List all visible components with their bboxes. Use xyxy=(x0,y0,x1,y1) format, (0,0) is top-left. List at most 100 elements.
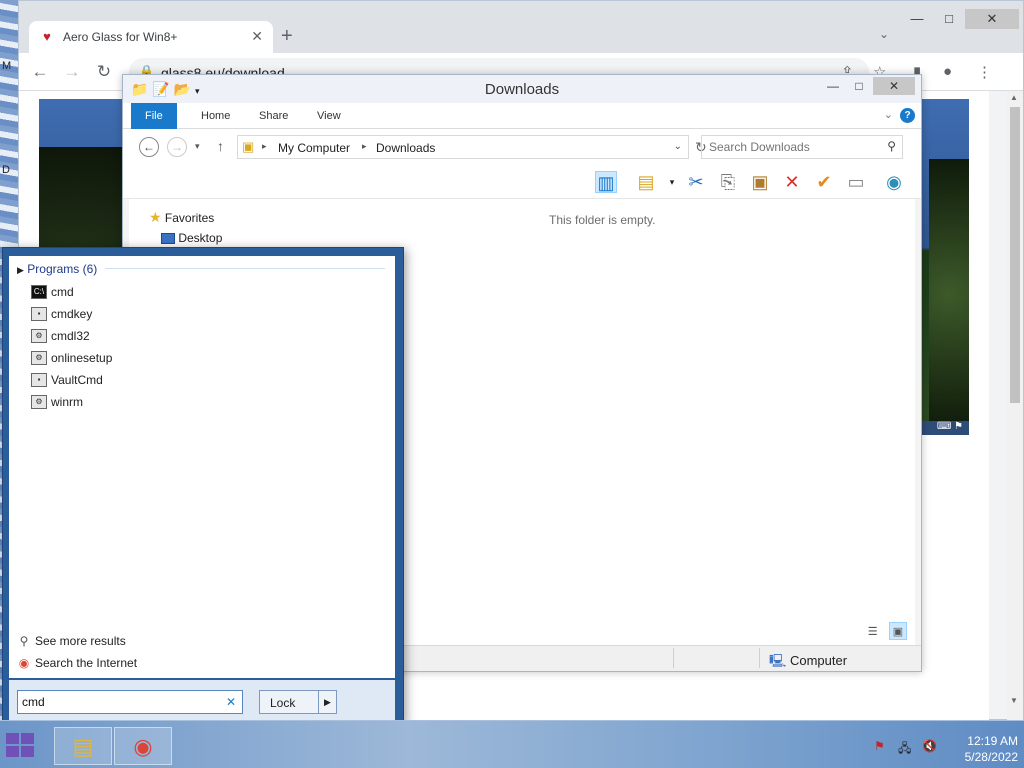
start-menu-bottom: ✕ Lock ▶ xyxy=(9,680,395,722)
details-view-icon[interactable]: ☰ xyxy=(864,623,882,641)
desktop-icon xyxy=(161,233,175,244)
chrome-close-button[interactable]: ✕ xyxy=(965,9,1019,29)
nav-favorites[interactable]: ★ Favorites xyxy=(149,209,214,226)
tab-view[interactable]: View xyxy=(303,103,355,129)
search-internet-link[interactable]: ◉ Search the Internet xyxy=(17,656,137,676)
windows-logo-icon xyxy=(6,746,19,757)
status-location: 🖳 Computer xyxy=(769,652,847,674)
clock-date: 5/28/2022 xyxy=(964,750,1018,764)
result-label: cmdkey xyxy=(51,307,93,321)
address-bar[interactable]: ▣ ▸ My Computer ▸ Downloads ⌄ xyxy=(237,135,689,159)
chrome-scrollbar[interactable]: ▲ ▼ xyxy=(1007,91,1023,721)
back-icon[interactable]: ← xyxy=(29,62,51,82)
tab-close-icon[interactable]: ✕ xyxy=(251,28,263,45)
tab-home[interactable]: Home xyxy=(187,103,244,129)
properties-dropdown-icon[interactable]: ▾ xyxy=(661,171,683,193)
start-search-input[interactable] xyxy=(18,691,218,713)
profile-avatar-icon[interactable]: ● xyxy=(943,63,952,80)
ribbon-expand-icon[interactable]: ⌄ xyxy=(884,108,893,121)
taskbar-chrome[interactable]: ◉ xyxy=(114,727,172,765)
scrollbar-thumb[interactable] xyxy=(1010,107,1020,403)
breadcrumb-separator-icon[interactable]: ▸ xyxy=(262,141,267,152)
desktop-icon-label: M xyxy=(2,60,12,72)
breadcrumb-separator-icon[interactable]: ▸ xyxy=(362,141,367,152)
scroll-up-icon[interactable]: ▲ xyxy=(1010,93,1018,102)
explorer-toolbar: ▥ ▤ ▾ ✂ ⎘ ▣ ✕ ✔ ▭ ◉ xyxy=(123,165,921,199)
nav-desktop[interactable]: Desktop xyxy=(161,231,222,245)
taskbar-file-explorer[interactable]: ▤ xyxy=(54,727,112,765)
help-icon[interactable]: ? xyxy=(900,108,915,123)
result-label: onlinesetup xyxy=(51,351,113,365)
explorer-maximize-button[interactable]: □ xyxy=(845,77,873,95)
keyboard-flag-icon: ⌨ ⚑ xyxy=(936,421,963,432)
forward-icon[interactable]: → xyxy=(167,137,187,157)
star-icon: ★ xyxy=(149,209,162,225)
ribbon-tabs: File Home Share View ⌄ ? xyxy=(123,103,921,129)
search-results-pane: ▶ Programs (6) C:\ cmd ▪ cmdkey ⚙ cmdl32… xyxy=(9,256,395,678)
chrome-minimize-button[interactable]: — xyxy=(901,9,933,29)
result-vaultcmd[interactable]: ▪ VaultCmd xyxy=(29,370,369,390)
programs-group-header[interactable]: ▶ Programs (6) xyxy=(17,262,97,276)
scroll-down-icon[interactable]: ▼ xyxy=(1010,696,1018,705)
tab-search-icon[interactable]: ⌄ xyxy=(879,27,889,41)
group-divider xyxy=(105,268,385,269)
app-window-icon: ▪ xyxy=(31,307,47,321)
result-onlinesetup[interactable]: ⚙ onlinesetup xyxy=(29,348,369,368)
result-cmdl32[interactable]: ⚙ cmdl32 xyxy=(29,326,369,346)
action-center-flag-icon[interactable]: ⚑ xyxy=(874,739,885,753)
taskbar-clock[interactable]: 12:19 AM 5/28/2022 xyxy=(948,733,1018,765)
search-icon[interactable]: ⚲ xyxy=(887,139,896,153)
start-button[interactable] xyxy=(6,733,36,757)
network-icon[interactable]: 🖧 xyxy=(898,739,911,760)
explorer-search-input[interactable] xyxy=(703,137,873,157)
new-tab-icon[interactable]: + xyxy=(281,25,293,48)
check-icon[interactable]: ✔ xyxy=(813,171,835,193)
reload-icon[interactable]: ↻ xyxy=(93,62,115,82)
programs-group-label: Programs (6) xyxy=(27,262,98,276)
view-switcher: ☰ ▣ xyxy=(860,622,907,641)
power-options-arrow-icon[interactable]: ▶ xyxy=(318,691,336,713)
breadcrumb-my-computer[interactable]: My Computer xyxy=(278,141,350,155)
back-icon[interactable]: ← xyxy=(139,137,159,157)
setup-gear-icon: ⚙ xyxy=(31,395,47,409)
copy-icon[interactable]: ⎘ xyxy=(717,171,739,193)
globe-icon[interactable]: ◉ xyxy=(883,171,905,193)
preview-pane-icon[interactable]: ▥ xyxy=(595,171,617,193)
lock-button[interactable]: Lock ▶ xyxy=(259,690,337,714)
windows-logo-icon xyxy=(21,746,34,757)
explorer-close-button[interactable]: ✕ xyxy=(873,77,915,95)
cut-icon[interactable]: ✂ xyxy=(685,171,707,193)
delete-icon[interactable]: ✕ xyxy=(781,171,803,193)
clear-search-icon[interactable]: ✕ xyxy=(226,695,236,709)
start-search-box[interactable]: ✕ xyxy=(17,690,243,714)
chrome-tab[interactable]: ♥ Aero Glass for Win8+ ✕ xyxy=(29,21,273,53)
result-cmd[interactable]: C:\ cmd xyxy=(29,282,369,302)
chrome-menu-icon[interactable]: ⋮ xyxy=(977,63,992,81)
empty-folder-message: This folder is empty. xyxy=(549,213,656,227)
up-level-icon[interactable]: ↑ xyxy=(217,138,224,154)
forward-icon[interactable]: → xyxy=(61,62,83,82)
result-label: cmdl32 xyxy=(51,329,90,343)
explorer-search-box[interactable]: ⚲ xyxy=(701,135,903,159)
large-icons-view-icon[interactable]: ▣ xyxy=(889,622,907,640)
result-cmdkey[interactable]: ▪ cmdkey xyxy=(29,304,369,324)
paste-icon[interactable]: ▣ xyxy=(749,171,771,193)
recent-locations-icon[interactable]: ▾ xyxy=(195,141,200,152)
address-dropdown-icon[interactable]: ⌄ xyxy=(674,141,682,152)
banner-foliage-right xyxy=(929,159,969,429)
see-more-results-link[interactable]: ⚲ See more results xyxy=(17,634,126,654)
console-icon: C:\ xyxy=(31,285,47,299)
explorer-minimize-button[interactable]: — xyxy=(819,77,847,95)
volume-muted-icon[interactable]: 🔇 xyxy=(922,739,937,753)
windows-logo-icon xyxy=(6,733,19,744)
tab-file[interactable]: File xyxy=(131,103,177,129)
expand-triangle-icon: ▶ xyxy=(17,265,24,275)
search-icon: ⚲ xyxy=(19,634,29,648)
chrome-maximize-button[interactable]: □ xyxy=(933,9,965,29)
breadcrumb-downloads[interactable]: Downloads xyxy=(376,141,435,155)
tab-share[interactable]: Share xyxy=(245,103,302,129)
result-label: VaultCmd xyxy=(51,373,103,387)
properties-folder-icon[interactable]: ▤ xyxy=(635,171,657,193)
result-winrm[interactable]: ⚙ winrm xyxy=(29,392,369,412)
rename-icon[interactable]: ▭ xyxy=(845,171,867,193)
